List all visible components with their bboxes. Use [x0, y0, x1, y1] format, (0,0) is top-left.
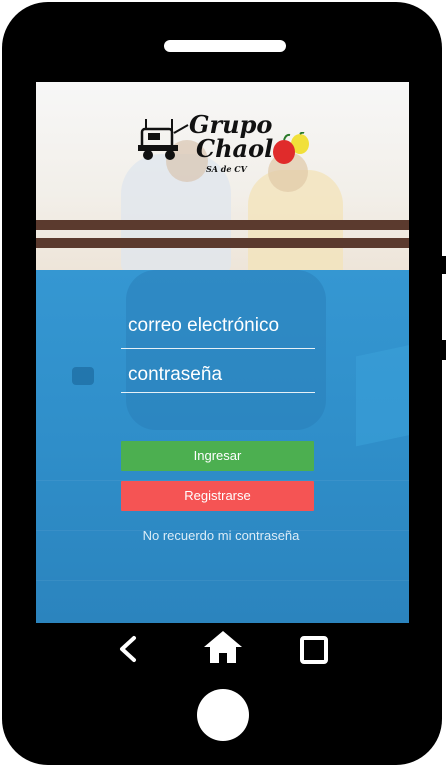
person-legs-shape	[126, 270, 326, 430]
stripe-bottom	[36, 238, 409, 248]
register-button[interactable]: Registrarse	[121, 481, 314, 511]
company-logo: Grupo Chaol SA de CV	[134, 110, 314, 180]
speaker-grille	[164, 40, 286, 52]
home-icon[interactable]	[202, 629, 244, 665]
logo-text-sa: SA de CV	[206, 164, 247, 174]
app-screen: Grupo Chaol SA de CV correo electrónico …	[36, 82, 409, 623]
power-button	[442, 340, 446, 360]
square-icon[interactable]	[299, 635, 329, 665]
password-field[interactable]: contraseña	[121, 364, 315, 393]
box-shape	[356, 343, 409, 447]
email-placeholder: correo electrónico	[128, 315, 280, 336]
password-placeholder: contraseña	[128, 364, 223, 385]
chevron-left-icon[interactable]	[116, 634, 140, 664]
truck-icon	[138, 119, 189, 160]
login-button[interactable]: Ingresar	[121, 441, 314, 471]
stripe-top	[36, 220, 409, 230]
floor-line	[36, 580, 409, 581]
volume-button	[442, 256, 446, 274]
hardware-home-button[interactable]	[197, 689, 249, 741]
cup-shape	[72, 367, 94, 385]
fruit-icon	[273, 132, 309, 164]
logo-text-chaol: Chaol	[196, 134, 274, 163]
email-field[interactable]: correo electrónico	[121, 315, 315, 349]
forgot-password-link[interactable]: No recuerdo mi contraseña	[121, 528, 321, 543]
